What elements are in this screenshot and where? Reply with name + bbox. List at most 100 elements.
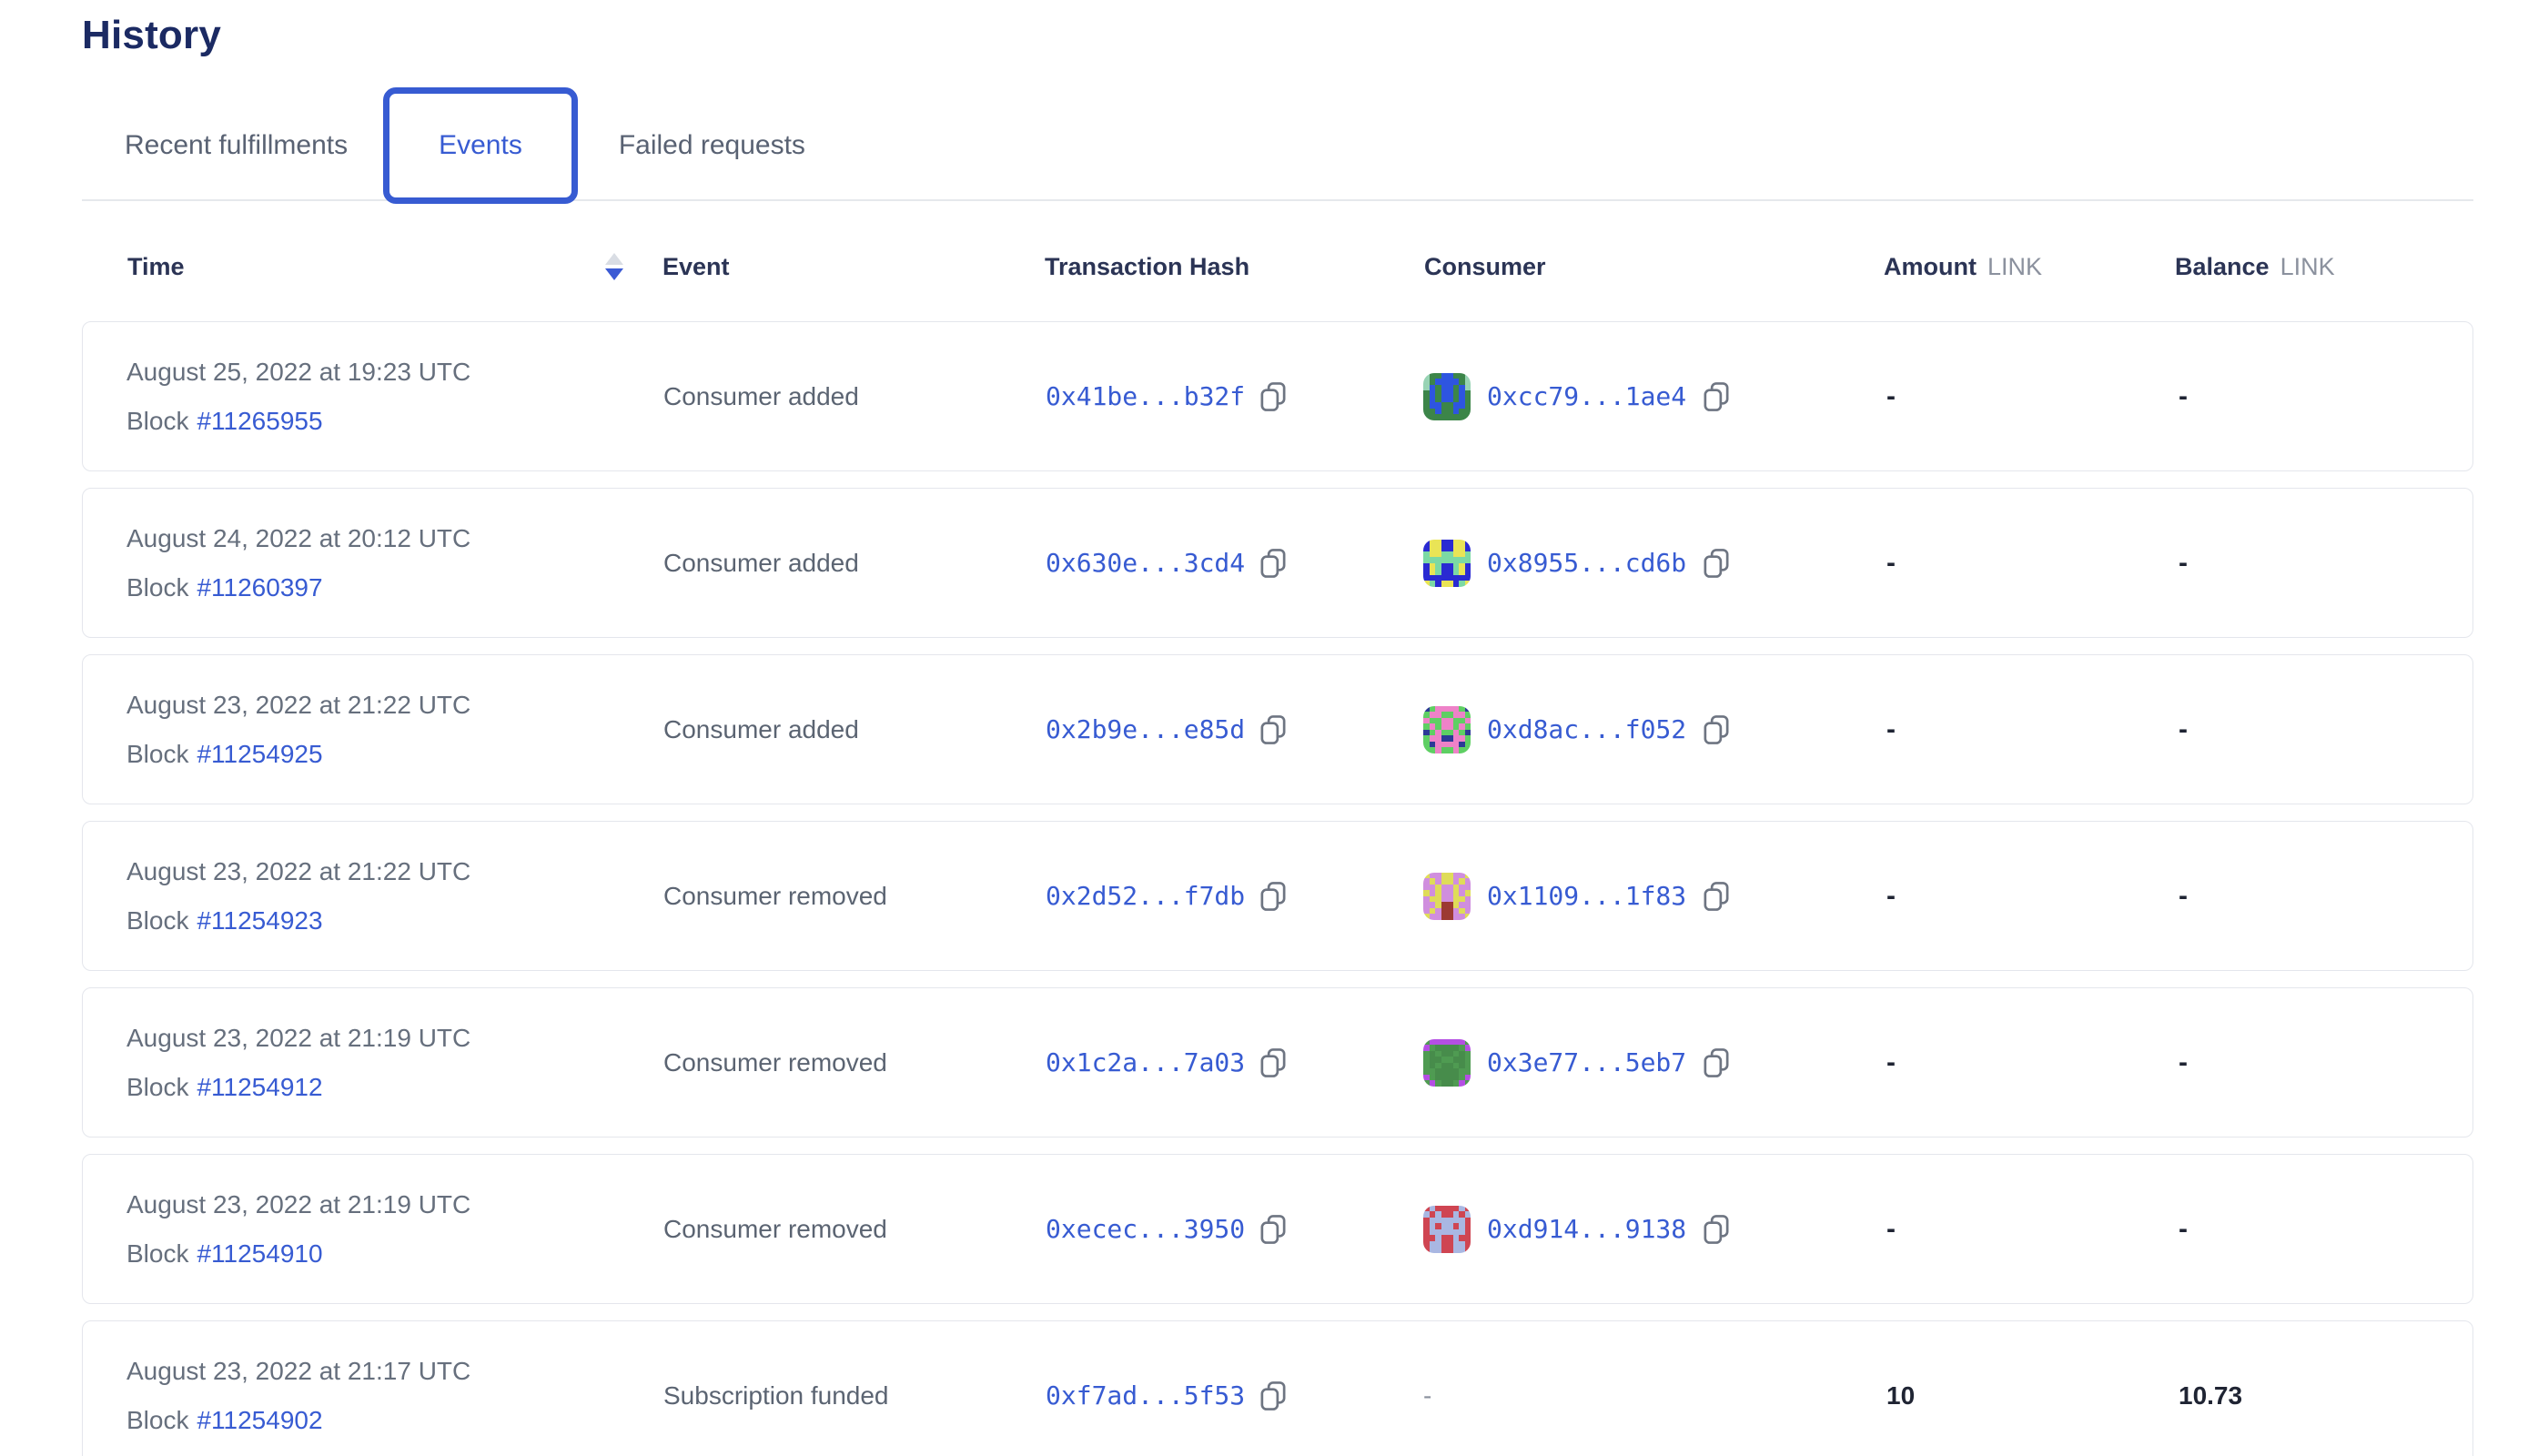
consumer-cell: 0x1109...1f83 -	[1423, 822, 1730, 970]
block-line: Block #11254902	[126, 1408, 323, 1433]
consumer-cell: - -	[1423, 1321, 1431, 1456]
table-row: August 25, 2022 at 19:23 UTC Block #1126…	[82, 321, 2473, 471]
event-timestamp: August 23, 2022 at 21:17 UTC	[126, 1359, 470, 1384]
consumer-address-link[interactable]: 0xd914...9138	[1487, 1214, 1686, 1244]
copy-icon[interactable]	[1259, 381, 1287, 412]
events-table: August 25, 2022 at 19:23 UTC Block #1126…	[82, 321, 2473, 1456]
copy-icon[interactable]	[1259, 548, 1287, 579]
event-type: Consumer added	[663, 489, 859, 637]
table-row: August 23, 2022 at 21:22 UTC Block #1125…	[82, 654, 2473, 804]
event-type: Consumer removed	[663, 822, 887, 970]
amount-unit-label: LINK	[1987, 253, 2042, 280]
table-row: August 24, 2022 at 20:12 UTC Block #1126…	[82, 488, 2473, 638]
consumer-address-link[interactable]: 0x8955...cd6b	[1487, 548, 1686, 578]
block-number-link[interactable]: #11254902	[197, 1408, 322, 1433]
copy-icon[interactable]	[1259, 1380, 1287, 1411]
block-line: Block #11260397	[126, 575, 323, 601]
amount-cell: -	[1886, 655, 1896, 804]
block-number-link[interactable]: #11254912	[197, 1075, 322, 1100]
sort-desc-icon	[605, 268, 623, 280]
block-line: Block #11265955	[126, 409, 323, 434]
event-timestamp: August 23, 2022 at 21:19 UTC	[126, 1192, 470, 1218]
consumer-address-link[interactable]: 0xd8ac...f052	[1487, 714, 1686, 744]
copy-icon[interactable]	[1259, 1047, 1287, 1078]
copy-icon[interactable]	[1259, 881, 1287, 912]
copy-icon[interactable]	[1259, 714, 1287, 745]
consumer-address-link[interactable]: 0xcc79...1ae4	[1487, 381, 1686, 411]
balance-cell: -	[2179, 988, 2188, 1137]
amount-label: Amount	[1884, 253, 1977, 280]
copy-icon[interactable]	[1703, 1214, 1730, 1245]
consumer-address-link[interactable]: 0x1109...1f83	[1487, 881, 1686, 911]
amount-cell: -	[1886, 822, 1896, 970]
block-label: Block	[126, 409, 188, 434]
consumer-avatar	[1423, 1039, 1471, 1087]
event-timestamp: August 23, 2022 at 21:22 UTC	[126, 693, 470, 718]
transaction-hash-link[interactable]: 0x1c2a...7a03	[1046, 1047, 1245, 1077]
sort-toggle-icon[interactable]	[605, 251, 623, 282]
copy-icon[interactable]	[1703, 1047, 1730, 1078]
block-number-link[interactable]: #11254925	[197, 742, 322, 767]
block-label: Block	[126, 1075, 188, 1100]
copy-icon[interactable]	[1703, 881, 1730, 912]
amount-cell: -	[1886, 489, 1896, 637]
block-number-link[interactable]: #11260397	[197, 575, 322, 601]
transaction-hash-cell: 0x630e...3cd4	[1046, 489, 1287, 637]
balance-cell: -	[2179, 322, 2188, 470]
block-line: Block #11254910	[126, 1241, 323, 1267]
event-type: Consumer removed	[663, 1155, 887, 1303]
column-header-event: Event	[662, 248, 730, 285]
consumer-avatar	[1423, 1206, 1471, 1253]
transaction-hash-link[interactable]: 0x2d52...f7db	[1046, 881, 1245, 911]
transaction-hash-link[interactable]: 0x630e...3cd4	[1046, 548, 1245, 578]
transaction-hash-link[interactable]: 0x2b9e...e85d	[1046, 714, 1245, 744]
consumer-cell: 0xcc79...1ae4 -	[1423, 322, 1730, 470]
transaction-hash-link[interactable]: 0x41be...b32f	[1046, 381, 1245, 411]
transaction-hash-link[interactable]: 0xf7ad...5f53	[1046, 1380, 1245, 1410]
time-cell: August 23, 2022 at 21:22 UTC Block #1125…	[126, 655, 470, 804]
column-header-balance: BalanceLINK	[2175, 248, 2335, 285]
transaction-hash-cell: 0x2b9e...e85d	[1046, 655, 1287, 804]
balance-cell: -	[2179, 655, 2188, 804]
column-header-consumer: Consumer	[1424, 248, 1546, 285]
page-title: History	[82, 13, 2528, 58]
block-line: Block #11254925	[126, 742, 323, 767]
copy-icon[interactable]	[1703, 714, 1730, 745]
time-cell: August 25, 2022 at 19:23 UTC Block #1126…	[126, 322, 470, 470]
tab-events[interactable]: Events	[383, 87, 578, 204]
consumer-cell: 0x3e77...5eb7 -	[1423, 988, 1730, 1137]
consumer-cell: 0xd8ac...f052 -	[1423, 655, 1730, 804]
event-type: Consumer removed	[663, 988, 887, 1137]
consumer-cell: 0x8955...cd6b -	[1423, 489, 1730, 637]
time-cell: August 23, 2022 at 21:19 UTC Block #1125…	[126, 1155, 470, 1303]
tab-recent-fulfillments[interactable]: Recent fulfillments	[125, 130, 348, 161]
event-timestamp: August 24, 2022 at 20:12 UTC	[126, 526, 470, 551]
copy-icon[interactable]	[1703, 381, 1730, 412]
tab-events-label: Events	[439, 130, 522, 161]
block-line: Block #11254912	[126, 1075, 323, 1100]
transaction-hash-cell: 0x41be...b32f	[1046, 322, 1287, 470]
block-line: Block #11254923	[126, 908, 323, 934]
block-number-link[interactable]: #11254910	[197, 1241, 322, 1267]
block-number-link[interactable]: #11254923	[197, 908, 322, 934]
block-label: Block	[126, 1408, 188, 1433]
balance-cell: -	[2179, 822, 2188, 970]
transaction-hash-cell: 0x1c2a...7a03	[1046, 988, 1287, 1137]
block-number-link[interactable]: #11265955	[197, 409, 322, 434]
copy-icon[interactable]	[1259, 1214, 1287, 1245]
transaction-hash-link[interactable]: 0xecec...3950	[1046, 1214, 1245, 1244]
balance-cell: -	[2179, 489, 2188, 637]
consumer-address-link[interactable]: 0x3e77...5eb7	[1487, 1047, 1686, 1077]
consumer-avatar	[1423, 540, 1471, 587]
tab-failed-requests[interactable]: Failed requests	[619, 130, 805, 161]
block-label: Block	[126, 742, 188, 767]
block-label: Block	[126, 908, 188, 934]
column-header-time[interactable]: Time	[127, 248, 185, 285]
column-header-transaction-hash: Transaction Hash	[1045, 248, 1249, 285]
time-cell: August 23, 2022 at 21:19 UTC Block #1125…	[126, 988, 470, 1137]
copy-icon[interactable]	[1703, 548, 1730, 579]
consumer-avatar	[1423, 873, 1471, 920]
event-timestamp: August 23, 2022 at 21:22 UTC	[126, 859, 470, 885]
history-page: History Recent fulfillments Events Faile…	[0, 0, 2528, 1456]
consumer-empty-value: -	[1423, 1381, 1431, 1410]
